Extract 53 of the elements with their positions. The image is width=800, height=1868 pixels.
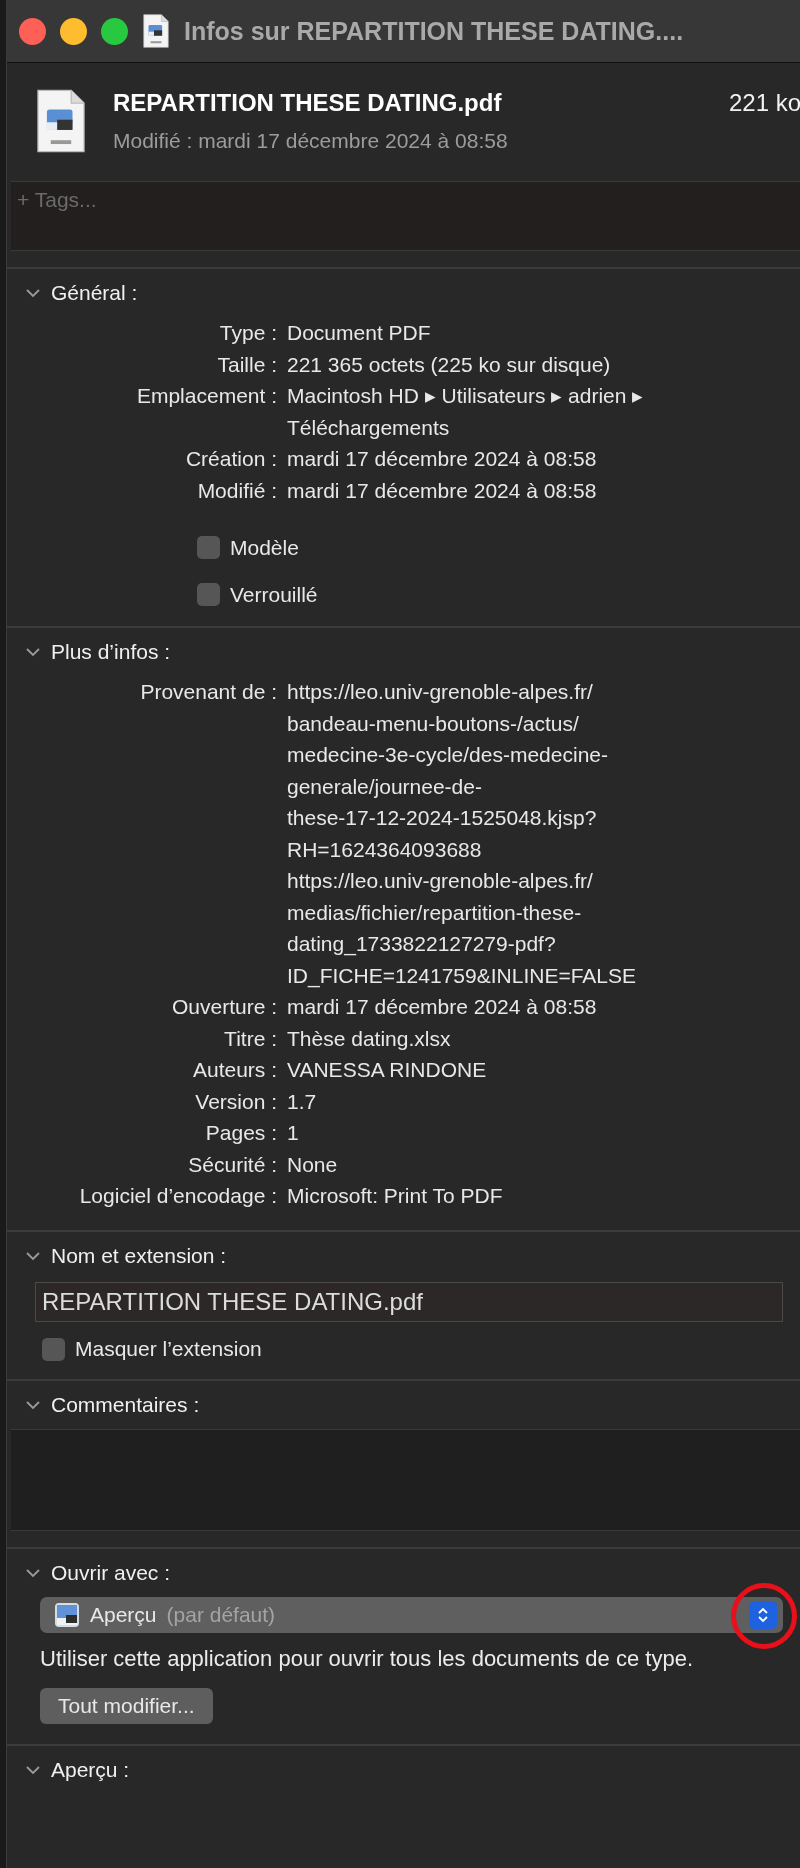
minimize-button[interactable] [60, 17, 87, 45]
field-value: Thèse dating.xlsx [287, 1025, 452, 1052]
checkbox-label[interactable]: Verrouillé [230, 582, 318, 607]
field-value: mardi 17 décembre 2024 à 08:58 [287, 477, 598, 504]
field-label: Auteurs : [191, 1057, 277, 1083]
change-all-button[interactable]: Tout modifier... [40, 1687, 213, 1724]
field-label: Version : [194, 1088, 277, 1115]
checkbox-label[interactable]: Modèle [230, 535, 299, 560]
field-value: mardi 17 décembre 2024 à 08:58 [287, 446, 598, 472]
section-title[interactable]: Plus d’infos : [51, 640, 171, 664]
field-label: Provenant de : [139, 679, 277, 705]
field-label: Modifié : [196, 477, 277, 504]
section-title[interactable]: Général : [51, 281, 138, 305]
field-value: Microsoft: Print To PDF [287, 1183, 504, 1209]
highlight-circle [731, 1582, 797, 1649]
checkbox[interactable] [197, 583, 220, 606]
checkbox-label[interactable]: Masquer l’extension [75, 1337, 262, 1361]
field-value: 221 365 octets (225 ko sur disque) [287, 351, 612, 378]
section-title[interactable]: Nom et extension : [51, 1243, 227, 1268]
file-size: 221 ko [728, 89, 800, 117]
section-title[interactable]: Ouvrir avec : [51, 1560, 171, 1585]
preview-app-icon [54, 1601, 80, 1628]
name-field[interactable]: REPARTITION THESE DATING.pdf [35, 1281, 783, 1322]
modified-date: Modifié : mardi 17 décembre 2024 à 08:58 [113, 129, 509, 153]
file-name: REPARTITION THESE DATING.pdf [113, 89, 502, 117]
section-title[interactable]: Commentaires : [51, 1392, 200, 1417]
field-value: mardi 17 décembre 2024 à 08:58 [287, 994, 598, 1020]
field-label: Emplacement : [135, 383, 277, 409]
field-label: Création : [184, 446, 277, 472]
zoom-button[interactable] [101, 17, 128, 45]
field-value: 1 [287, 1120, 300, 1146]
description-text: Utiliser cette application pour ouvrir tous les documents de ce type. [40, 1644, 694, 1673]
pdf-file-icon [35, 89, 87, 153]
field-value: Document PDF [287, 320, 432, 346]
comments-field[interactable] [11, 1428, 800, 1531]
field-value: 1.7 [287, 1088, 318, 1115]
field-label: Sécurité : [187, 1151, 277, 1178]
field-value: None [287, 1151, 339, 1178]
field-label: Taille : [216, 351, 277, 378]
field-label: Type : [218, 320, 277, 346]
field-label: Pages : [204, 1120, 277, 1146]
section-title[interactable]: Aperçu : [51, 1757, 130, 1782]
field-value: VANESSA RINDONE [287, 1057, 488, 1083]
checkbox[interactable] [197, 536, 220, 559]
checkbox[interactable] [42, 1337, 65, 1361]
pdf-file-icon [142, 14, 170, 48]
field-label: Logiciel d’encodage : [78, 1183, 277, 1209]
window-title: Infos sur REPARTITION THESE DATING.... [184, 16, 684, 46]
stepper-icon[interactable] [749, 1600, 777, 1629]
close-button[interactable] [19, 17, 46, 45]
field-label: Titre : [223, 1025, 277, 1052]
field-label: Ouverture : [170, 994, 277, 1020]
application-popup[interactable]: Aperçu (par défaut) [40, 1596, 783, 1633]
